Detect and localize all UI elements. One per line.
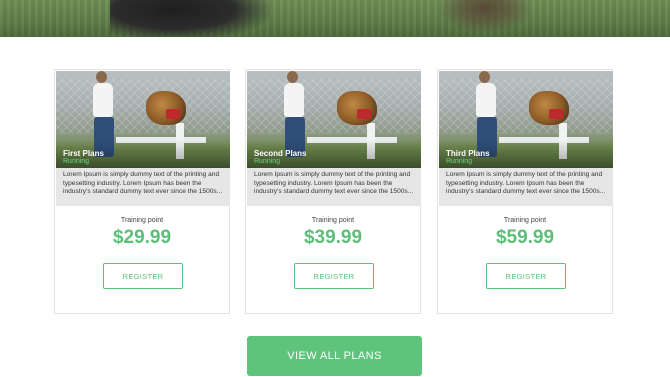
plan-price: $29.99 [112,227,172,248]
plan-photo: Second Plans Running [247,71,421,168]
view-all-plans-button[interactable]: VIEW ALL PLANS [247,336,422,376]
plan-category: Running [446,158,473,165]
register-button[interactable]: REGISTER [486,263,566,289]
plan-category: Running [63,158,90,165]
plan-card-second: Second Plans Running Lorem Ipsum is simp… [245,69,421,314]
register-button[interactable]: REGISTER [103,263,183,289]
price-label: Training point [503,217,547,224]
register-button[interactable]: REGISTER [294,263,374,289]
dog-silhouette-secondary [440,0,530,32]
plan-title: First Plans [63,149,104,158]
plan-price: $59.99 [495,227,555,248]
plan-photo: First Plans Running [56,71,230,168]
plan-photo: Third Plans Running [439,71,613,168]
grass-background [0,0,670,37]
plan-title: Second Plans [254,149,307,158]
plan-price: $39.99 [303,227,363,248]
hero-banner-image [0,0,670,37]
price-label: Training point [311,217,355,224]
plan-card-third: Third Plans Running Lorem Ipsum is simpl… [437,69,613,314]
plan-description: Lorem Ipsum is simply dummy text of the … [247,168,421,206]
plan-category: Running [254,158,281,165]
plan-description: Lorem Ipsum is simply dummy text of the … [56,168,230,206]
plan-card-first: First Plans Running Lorem Ipsum is simpl… [54,69,230,314]
plan-title: Third Plans [446,149,490,158]
plan-description: Lorem Ipsum is simply dummy text of the … [439,168,613,206]
dog-silhouette [110,0,270,37]
price-label: Training point [120,217,164,224]
